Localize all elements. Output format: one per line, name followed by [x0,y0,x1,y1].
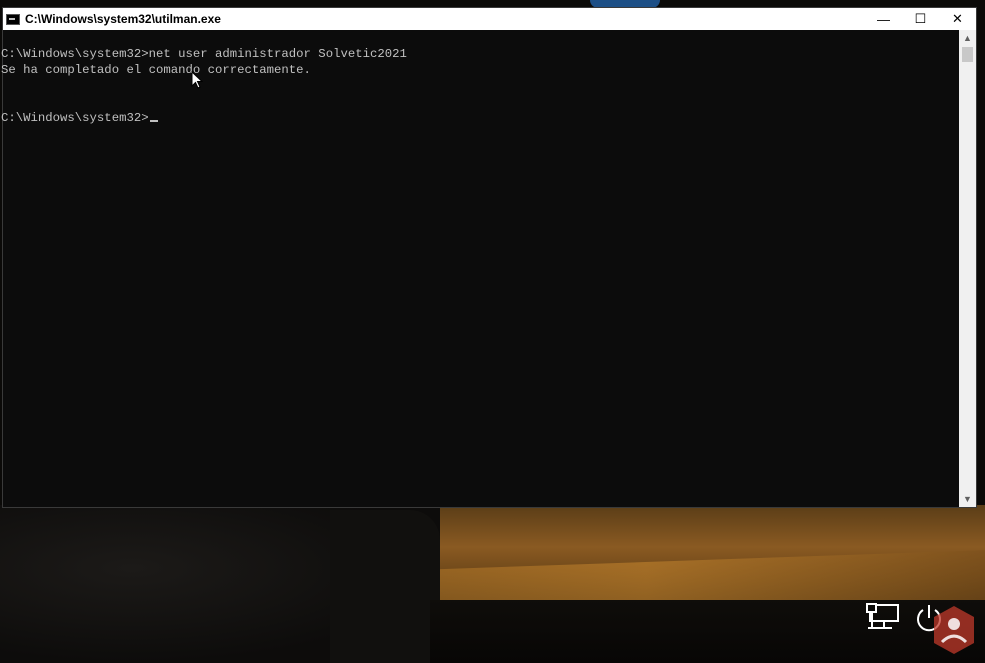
text-cursor [149,120,158,122]
console-window[interactable]: C:\Windows\system32\utilman.exe — ☐ ✕ C:… [1,7,977,508]
minimize-button[interactable]: — [865,8,902,30]
title-bar[interactable]: C:\Windows\system32\utilman.exe — ☐ ✕ [3,8,976,30]
window-controls: — ☐ ✕ [865,8,976,30]
console-output[interactable]: C:\Windows\system32>net user administrad… [1,30,961,507]
console-prompt: C:\Windows\system32> [1,111,149,125]
maximize-button[interactable]: ☐ [902,8,939,30]
network-icon[interactable] [866,603,900,631]
vertical-scrollbar[interactable]: ▲ ▼ [959,30,976,507]
window-title: C:\Windows\system32\utilman.exe [25,12,221,26]
console-app-icon[interactable] [6,13,20,25]
scroll-thumb[interactable] [962,47,973,62]
console-prompt-line[interactable]: C:\Windows\system32> [1,110,158,126]
scroll-down-button[interactable]: ▼ [959,491,976,507]
close-button[interactable]: ✕ [939,8,976,30]
mouse-pointer-icon [191,71,203,89]
solvetic-logo-icon [934,606,974,654]
console-line-result: Se ha completado el comando correctament… [1,63,311,77]
scroll-up-button[interactable]: ▲ [959,30,976,46]
console-line-command: C:\Windows\system32>net user administrad… [1,47,407,61]
